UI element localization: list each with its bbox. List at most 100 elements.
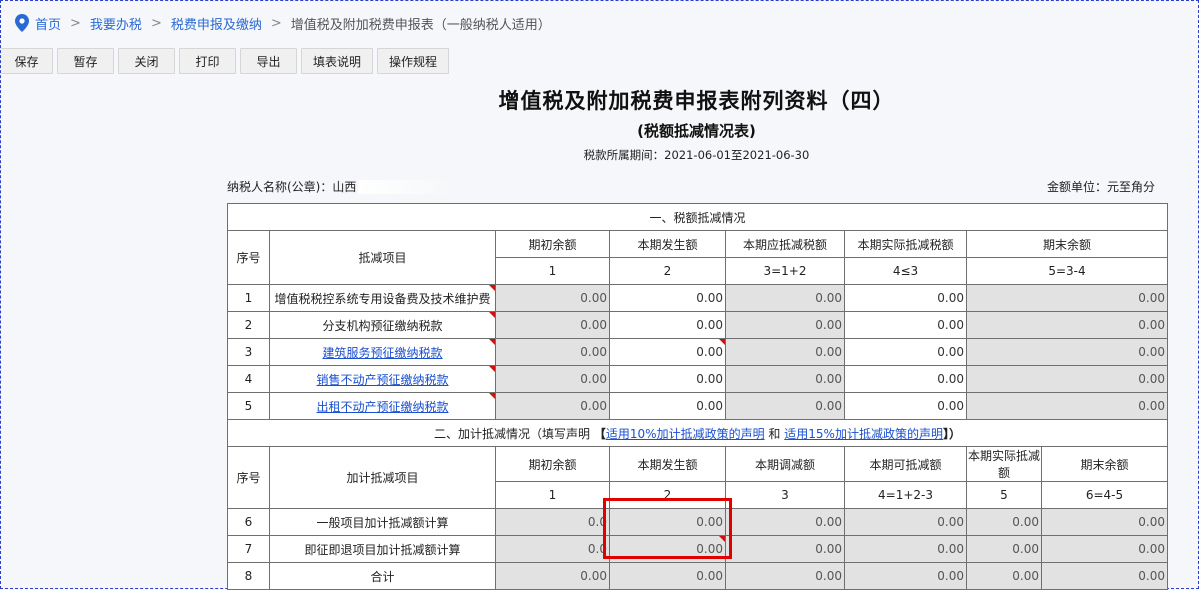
row-seq: 1 xyxy=(227,284,270,312)
cell-actual: 0.00 xyxy=(966,535,1042,563)
real-estate-rent-prepaid-link[interactable]: 出租不动产预征缴纳税款 xyxy=(316,400,448,414)
table-row: 7 即征即退项目加计抵减额计算 0.0 0.00 0.00 0.00 0.00 … xyxy=(227,535,1169,563)
cell-closing: 0.00 xyxy=(1040,508,1169,536)
breadcrumb-separator: > xyxy=(150,15,162,31)
cell-value: 0.00 xyxy=(696,345,723,359)
operation-rules-button[interactable]: 操作规程 xyxy=(377,48,450,74)
row-seq: 5 xyxy=(227,392,270,420)
cell-opening: 0.00 xyxy=(495,338,610,366)
fill-instructions-button[interactable]: 填表说明 xyxy=(301,48,374,74)
row-item-label: 一般项目加计抵减额计算 xyxy=(269,508,496,536)
cell-deductible: 0.00 xyxy=(844,535,967,563)
breadcrumb-item-tax-handling[interactable]: 我要办税 xyxy=(90,14,142,33)
col-header-closing: 期末余额 xyxy=(1040,446,1169,482)
col-formula: 4≤3 xyxy=(844,257,967,285)
col-formula: 2 xyxy=(609,481,726,509)
breadcrumb-home[interactable]: 首页 xyxy=(35,14,61,33)
cell-opening: 0.00 xyxy=(495,392,610,420)
col-header-deductible: 本期可抵减额 xyxy=(844,446,967,482)
col-formula: 4=1+2-3 xyxy=(844,481,967,509)
row-item-text: 增值税税控系统专用设备费及技术维护费 xyxy=(274,291,491,306)
row-item-label: 即征即退项目加计抵减额计算 xyxy=(269,535,496,563)
page-frame: 首页 > 我要办税 > 税费申报及缴纳 > 增值税及附加税费申报表（一般纳税人适… xyxy=(0,0,1199,590)
col-header-seq: 序号 xyxy=(227,230,270,285)
breadcrumb: 首页 > 我要办税 > 税费申报及缴纳 > 增值税及附加税费申报表（一般纳税人适… xyxy=(15,13,551,33)
cell-opening: 0.00 xyxy=(495,365,610,393)
construction-prepaid-link[interactable]: 建筑服务预征缴纳税款 xyxy=(322,346,442,360)
col-header-actual: 本期实际抵减税额 xyxy=(844,230,967,258)
table-row: 1 增值税税控系统专用设备费及技术维护费 0.00 0.00 0.00 0.00… xyxy=(227,284,1169,312)
save-button[interactable]: 保存 xyxy=(1,48,53,74)
row-item-text: 分支机构预征缴纳税款 xyxy=(322,318,443,333)
cell-opening: 0.0 xyxy=(495,535,610,563)
col-header-current: 本期发生额 xyxy=(609,446,726,482)
declaration-10pct-link[interactable]: 适用10%加计抵减政策的声明 xyxy=(606,427,765,441)
cell-deductible: 0.00 xyxy=(725,365,845,393)
cell-value: 0.00 xyxy=(696,542,723,556)
row-seq: 6 xyxy=(227,508,270,536)
cell-current-input[interactable]: 0.00 xyxy=(609,311,726,339)
taxpayer-label: 纳税人名称(公章)：山西 xyxy=(227,180,357,194)
row-seq: 7 xyxy=(227,535,270,563)
col-formula: 5=3-4 xyxy=(965,257,1169,285)
location-pin-icon xyxy=(15,14,29,32)
red-corner-triangle-icon xyxy=(489,312,495,318)
red-corner-triangle-icon xyxy=(489,393,495,399)
cell-current-input[interactable]: 0.00 xyxy=(609,338,726,366)
cell-current-input[interactable]: 0.00 xyxy=(609,392,726,420)
red-corner-triangle-icon xyxy=(719,339,725,345)
row-seq: 2 xyxy=(227,311,270,339)
breadcrumb-separator: > xyxy=(270,15,282,31)
cell-actual-input[interactable]: 0.00 xyxy=(844,284,967,312)
red-corner-triangle-icon xyxy=(489,366,495,372)
cell-actual-input[interactable]: 0.00 xyxy=(844,365,967,393)
toolbar: 保存 暂存 关闭 打印 导出 填表说明 操作规程 xyxy=(1,48,453,74)
col-header-opening: 期初余额 xyxy=(495,230,610,258)
cell-reduction: 0.00 xyxy=(725,535,845,563)
cell-deductible: 0.00 xyxy=(725,311,845,339)
export-button[interactable]: 导出 xyxy=(240,48,297,74)
section1-title: 一、税额抵减情况 xyxy=(226,203,1169,231)
cell-deductible: 0.00 xyxy=(725,392,845,420)
col-formula: 2 xyxy=(609,257,726,285)
cell-current-input[interactable]: 0.00 xyxy=(609,284,726,312)
close-button[interactable]: 关闭 xyxy=(118,48,175,74)
col-formula: 5 xyxy=(966,481,1042,509)
cell-actual-input[interactable]: 0.00 xyxy=(844,338,967,366)
red-corner-triangle-icon xyxy=(489,285,495,291)
cell-opening: 0.00 xyxy=(495,562,610,590)
redacted-name xyxy=(358,179,454,194)
table-row: 5 出租不动产预征缴纳税款 0.00 0.00 0.00 0.00 0.00 xyxy=(227,392,1169,420)
row-item-label: 出租不动产预征缴纳税款 xyxy=(269,392,496,420)
cell-actual-input[interactable]: 0.00 xyxy=(844,392,967,420)
print-button[interactable]: 打印 xyxy=(179,48,236,74)
and-text: 和 xyxy=(768,426,781,441)
row-seq: 8 xyxy=(227,562,270,590)
col-header-item: 加计抵减项目 xyxy=(269,446,496,509)
cell-current: 0.00 xyxy=(609,562,726,590)
row-item-label: 销售不动产预征缴纳税款 xyxy=(269,365,496,393)
form-title: 增值税及附加税费申报表附列资料（四） xyxy=(498,89,895,113)
cell-deductible: 0.00 xyxy=(844,562,967,590)
col-header-current: 本期发生额 xyxy=(609,230,726,258)
temp-save-button[interactable]: 暂存 xyxy=(57,48,114,74)
cell-current-input[interactable]: 0.00 xyxy=(609,365,726,393)
cell-reduction: 0.00 xyxy=(725,562,845,590)
bracket-open: 【 xyxy=(593,426,606,441)
cell-deductible: 0.00 xyxy=(844,508,967,536)
col-header-actual: 本期实际抵减额 xyxy=(966,446,1042,482)
cell-opening: 0.00 xyxy=(495,284,610,312)
breadcrumb-item-declaration[interactable]: 税费申报及缴纳 xyxy=(171,14,262,33)
col-formula: 1 xyxy=(495,257,610,285)
declaration-15pct-link[interactable]: 适用15%加计抵减政策的声明 xyxy=(784,427,943,441)
cell-actual-input[interactable]: 0.00 xyxy=(844,311,967,339)
real-estate-sale-prepaid-link[interactable]: 销售不动产预征缴纳税款 xyxy=(316,373,448,387)
cell-actual: 0.00 xyxy=(966,562,1042,590)
taxpayer-name: 纳税人名称(公章)：山西 xyxy=(227,178,454,195)
table-row: 2 分支机构预征缴纳税款 0.00 0.00 0.00 0.00 0.00 xyxy=(227,311,1169,339)
table-row: 6 一般项目加计抵减额计算 0.0 0.00 0.00 0.00 0.00 0.… xyxy=(227,508,1169,536)
col-header-item: 抵减项目 xyxy=(269,230,496,285)
col-header-deductible: 本期应抵减税额 xyxy=(725,230,845,258)
cell-closing: 0.00 xyxy=(965,392,1169,420)
section2-title: 二、加计抵减情况（填写声明 【适用10%加计抵减政策的声明 和 适用15%加计抵… xyxy=(226,419,1169,447)
